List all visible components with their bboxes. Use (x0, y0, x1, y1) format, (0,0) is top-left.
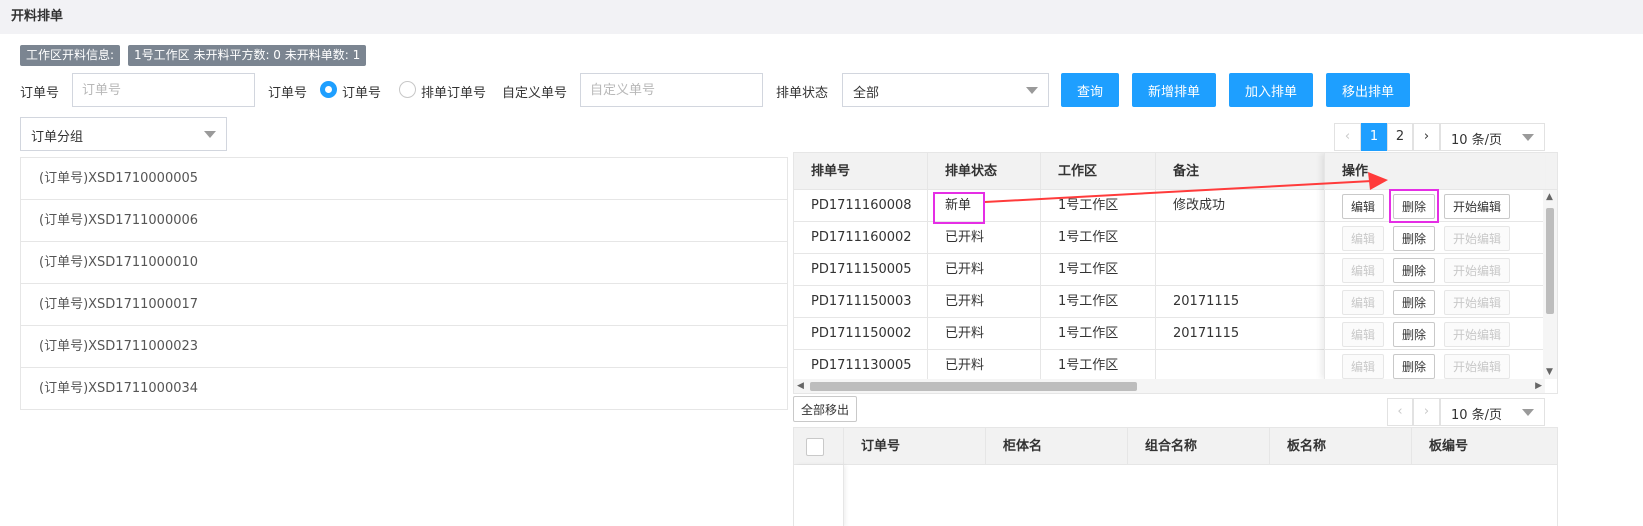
column-header: 订单号 (844, 428, 986, 465)
column-header: 板名称 (1270, 428, 1412, 465)
pager-next-button[interactable]: › (1413, 398, 1440, 426)
page-size-value: 10 条/页 (1451, 408, 1503, 423)
column-header: 柜体名 (986, 428, 1128, 465)
select-all-checkbox[interactable] (806, 438, 824, 456)
detail-table: 订单号 柜体名 组合名称 板名称 板编号 (793, 427, 1558, 526)
column-header: 组合名称 (1128, 428, 1270, 465)
select-all-cell (794, 428, 844, 465)
pager-prev-button[interactable]: ‹ (1387, 398, 1413, 426)
column-header: 板编号 (1429, 439, 1469, 454)
chevron-down-icon (1522, 409, 1534, 416)
table-header-row: 订单号 柜体名 组合名称 板名称 板编号 (794, 428, 1557, 465)
remove-all-button[interactable]: 全部移出 (793, 396, 857, 422)
detail-checkbox-column (794, 465, 844, 526)
page-size-select[interactable]: 10 条/页 (1440, 398, 1545, 426)
